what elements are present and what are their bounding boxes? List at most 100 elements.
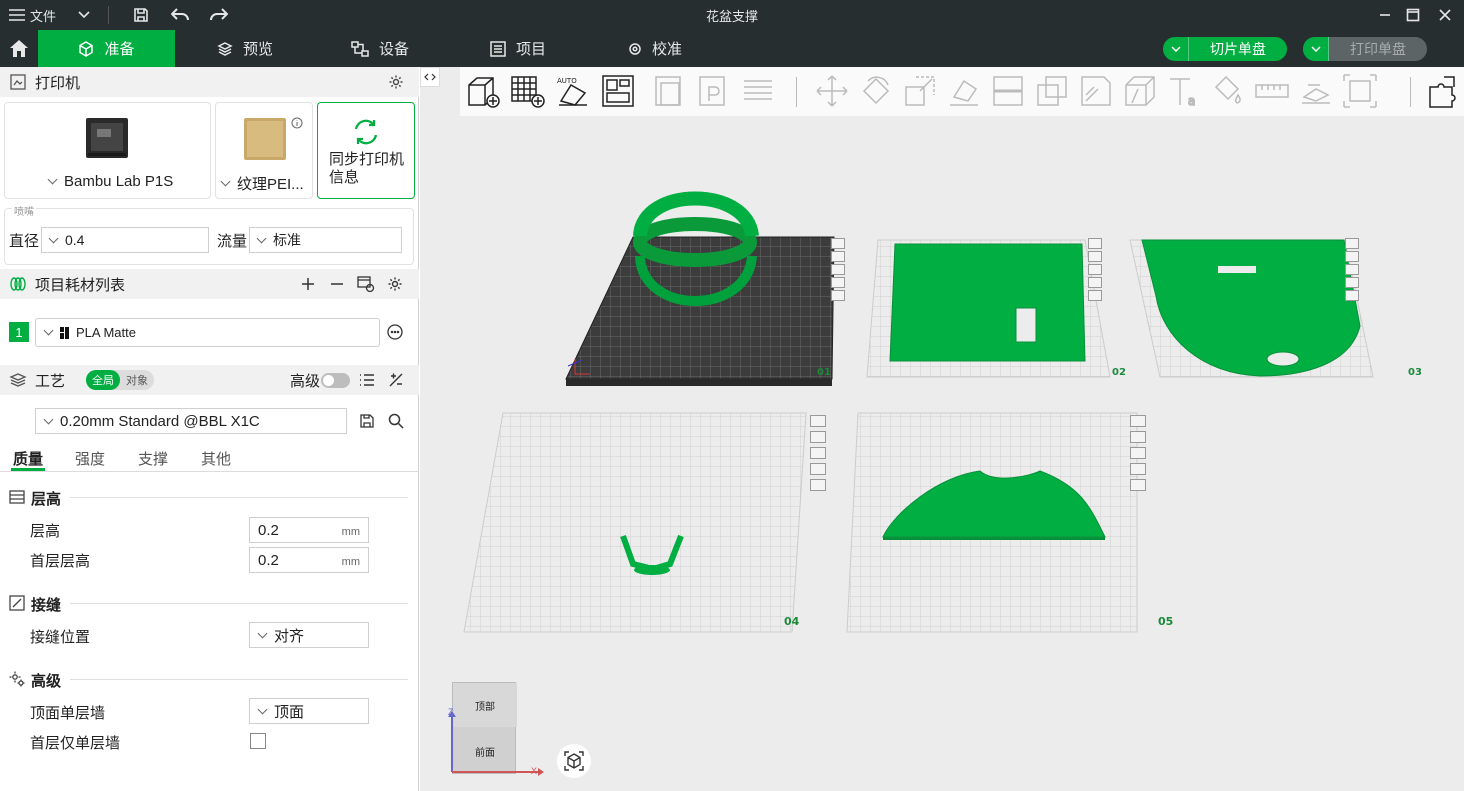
- tab-strength[interactable]: 强度: [75, 448, 105, 469]
- tab-prepare[interactable]: 准备: [38, 30, 175, 67]
- save-icon[interactable]: [360, 414, 374, 428]
- assembly-button[interactable]: [1298, 73, 1334, 109]
- undo-button[interactable]: [168, 0, 192, 30]
- filament-sync-icon[interactable]: [357, 276, 375, 292]
- support-paint-button[interactable]: [1078, 73, 1114, 109]
- plate-04[interactable]: [463, 412, 807, 633]
- diameter-select[interactable]: 0.4: [41, 227, 209, 253]
- plate-lock-icon[interactable]: [1088, 277, 1102, 288]
- plate-delete-icon[interactable]: [1345, 238, 1359, 249]
- plate-lock-icon[interactable]: [831, 277, 845, 288]
- rotate-button[interactable]: [858, 73, 894, 109]
- 3d-viewport[interactable]: AUTO a 01 02 03 04 05 顶部 前面 Z X: [420, 67, 1464, 791]
- plate-delete-icon[interactable]: [810, 415, 826, 427]
- seam-paint-button[interactable]: [1122, 73, 1158, 109]
- print-dropdown[interactable]: [1303, 37, 1329, 61]
- plate-05[interactable]: [846, 412, 1138, 633]
- measure-button[interactable]: [1254, 73, 1290, 109]
- more-options-icon[interactable]: [387, 324, 403, 340]
- plate-orient-icon[interactable]: [1088, 264, 1102, 275]
- plate-arrange-icon[interactable]: [831, 251, 845, 262]
- plate-arrange-icon[interactable]: [1130, 431, 1146, 443]
- close-button[interactable]: [1430, 0, 1460, 30]
- scale-button[interactable]: [902, 73, 938, 109]
- plate-lock-icon[interactable]: [810, 463, 826, 475]
- plate-orient-icon[interactable]: [1345, 264, 1359, 275]
- plate-settings-icon[interactable]: [831, 290, 845, 301]
- plate-arrange-icon[interactable]: [810, 431, 826, 443]
- lay-on-face-button[interactable]: [946, 73, 982, 109]
- collapse-sidebar-button[interactable]: [420, 67, 440, 87]
- top-single-wall-select[interactable]: 顶面: [249, 698, 369, 724]
- plate-orient-icon[interactable]: [810, 447, 826, 459]
- flow-select[interactable]: 标准: [249, 227, 402, 253]
- plate-lock-icon[interactable]: [1345, 277, 1359, 288]
- compare-icon[interactable]: [388, 372, 404, 388]
- toggle-object[interactable]: 对象: [122, 370, 152, 390]
- plate-settings-icon[interactable]: [1088, 290, 1102, 301]
- plate-settings-icon[interactable]: [1130, 479, 1146, 491]
- tab-calibration[interactable]: 校准: [615, 30, 695, 67]
- plate-settings-icon[interactable]: [1345, 290, 1359, 301]
- cut-button[interactable]: [990, 73, 1026, 109]
- reset-view-button[interactable]: [557, 744, 591, 778]
- printer-card[interactable]: Bambu Lab P1S: [4, 102, 211, 199]
- tab-other[interactable]: 其他: [201, 448, 231, 469]
- seam-position-select[interactable]: 对齐: [249, 622, 369, 648]
- split-objects-button[interactable]: [652, 73, 688, 109]
- boolean-button[interactable]: [1034, 73, 1070, 109]
- layers-edit-button[interactable]: [740, 73, 776, 109]
- plate-02[interactable]: [866, 239, 1111, 378]
- process-profile-select[interactable]: 0.20mm Standard @BBL X1C: [35, 408, 347, 434]
- filament-slot-badge[interactable]: 1: [9, 322, 29, 342]
- layer-height-input[interactable]: 0.2 mm: [249, 517, 369, 543]
- first-layer-height-input[interactable]: 0.2 mm: [249, 547, 369, 573]
- plate-arrange-icon[interactable]: [1088, 251, 1102, 262]
- print-plate-button[interactable]: 打印单盘: [1303, 37, 1427, 61]
- gear-icon[interactable]: [388, 74, 404, 90]
- tab-support[interactable]: 支撑: [138, 448, 168, 469]
- plate-settings-icon[interactable]: [810, 479, 826, 491]
- remove-icon[interactable]: [330, 277, 344, 291]
- first-layer-single-wall-checkbox[interactable]: [250, 733, 266, 749]
- plate-lock-icon[interactable]: [1130, 463, 1146, 475]
- plugin-button[interactable]: [1426, 73, 1462, 109]
- add-plate-button[interactable]: [510, 73, 546, 109]
- file-menu[interactable]: 文件: [8, 0, 68, 30]
- save-button[interactable]: [130, 0, 152, 30]
- redo-button[interactable]: [207, 0, 231, 30]
- add-object-button[interactable]: [465, 73, 501, 109]
- global-object-toggle[interactable]: 全局 对象: [86, 370, 154, 390]
- add-icon[interactable]: [301, 277, 315, 291]
- plate-orient-icon[interactable]: [831, 264, 845, 275]
- plate-orient-icon[interactable]: [1130, 447, 1146, 459]
- plate-card[interactable]: 纹理PEI...: [215, 102, 313, 199]
- build-plates-scene[interactable]: [420, 116, 1464, 791]
- plate-01[interactable]: [565, 191, 835, 387]
- maximize-button[interactable]: [1398, 0, 1428, 30]
- plate-arrange-icon[interactable]: [1345, 251, 1359, 262]
- home-button[interactable]: [0, 30, 38, 67]
- plate-selector[interactable]: 纹理PEI...: [220, 173, 304, 194]
- info-icon[interactable]: [291, 117, 303, 129]
- tab-preview[interactable]: 预览: [205, 30, 285, 67]
- plate-delete-icon[interactable]: [1130, 415, 1146, 427]
- split-parts-button[interactable]: [696, 73, 732, 109]
- arrange-button[interactable]: [600, 73, 636, 109]
- move-button[interactable]: [814, 73, 850, 109]
- list-view-icon[interactable]: [359, 373, 375, 387]
- plate-03[interactable]: [1129, 239, 1374, 378]
- filament-select[interactable]: PLA Matte: [35, 318, 380, 347]
- slice-plate-button[interactable]: 切片单盘: [1163, 37, 1287, 61]
- printer-selector[interactable]: Bambu Lab P1S: [45, 173, 173, 190]
- text-button[interactable]: a: [1166, 73, 1202, 109]
- slice-dropdown[interactable]: [1163, 37, 1189, 61]
- fit-view-button[interactable]: [1342, 73, 1378, 109]
- tab-quality[interactable]: 质量: [13, 448, 43, 469]
- gear-icon[interactable]: [387, 276, 403, 292]
- menu-dropdown-button[interactable]: [74, 0, 94, 30]
- search-icon[interactable]: [388, 413, 404, 429]
- color-paint-button[interactable]: [1210, 73, 1246, 109]
- advanced-toggle[interactable]: [321, 373, 350, 388]
- tab-project[interactable]: 项目: [478, 30, 558, 67]
